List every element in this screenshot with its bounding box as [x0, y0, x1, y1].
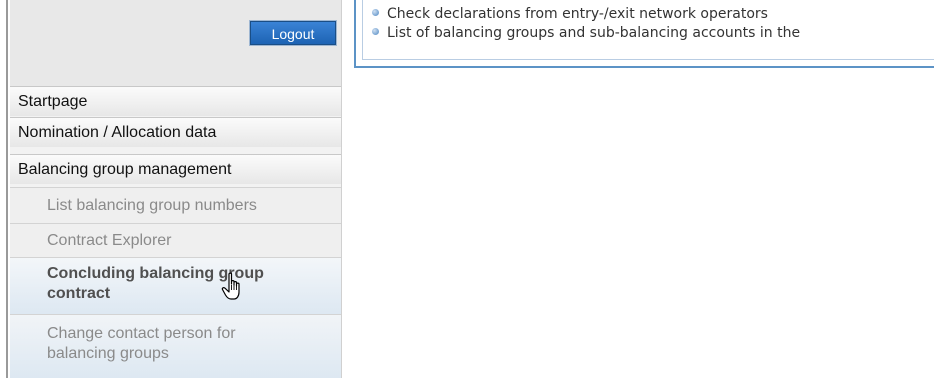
info-bullet: List of balancing groups and sub-balanci… — [372, 25, 800, 41]
bullet-dot-icon — [372, 28, 379, 35]
submenu-item-label-line2: balancing groups — [47, 345, 169, 362]
hand-pointer-icon — [220, 272, 246, 307]
submenu-item-label-line1: Change contact person for — [47, 325, 236, 342]
submenu-item-label-line2: contract — [47, 285, 111, 302]
submenu-item-label: Contract Explorer — [47, 232, 172, 249]
menu-item-balancing-group-management[interactable]: Balancing group management — [10, 154, 341, 184]
submenu-item-contract-explorer[interactable]: Contract Explorer — [10, 223, 341, 257]
submenu-item-change-contact-person[interactable]: Change contact person for balancing grou… — [10, 314, 341, 378]
sidebar: Logout Startpage Nomination / Allocation… — [10, 0, 342, 378]
logout-button[interactable]: Logout — [249, 20, 337, 46]
info-box: Check declarations from entry-/exit netw… — [354, 0, 934, 68]
bullet-dot-icon — [372, 9, 379, 16]
menu-item-startpage[interactable]: Startpage — [10, 86, 341, 116]
page-left-rule — [6, 0, 8, 378]
submenu-item-concluding-balancing-group-contract[interactable]: Concluding balancing group contract — [10, 257, 341, 314]
submenu-item-list-balancing-group-numbers[interactable]: List balancing group numbers — [10, 187, 341, 223]
submenu-item-label-line1: Concluding balancing group — [47, 265, 264, 282]
info-bullet-text: List of balancing groups and sub-balanci… — [387, 25, 801, 41]
logout-area: Logout — [10, 0, 341, 86]
menu-item-nomination-allocation[interactable]: Nomination / Allocation data — [10, 117, 341, 147]
info-bullet: Check declarations from entry-/exit netw… — [372, 6, 768, 22]
info-bullet-text: Check declarations from entry-/exit netw… — [387, 6, 768, 22]
menu-item-label: Nomination / Allocation data — [18, 124, 217, 141]
menu-item-label: Balancing group management — [18, 161, 232, 178]
menu-item-label: Startpage — [18, 93, 88, 110]
submenu-item-label: List balancing group numbers — [47, 197, 257, 214]
